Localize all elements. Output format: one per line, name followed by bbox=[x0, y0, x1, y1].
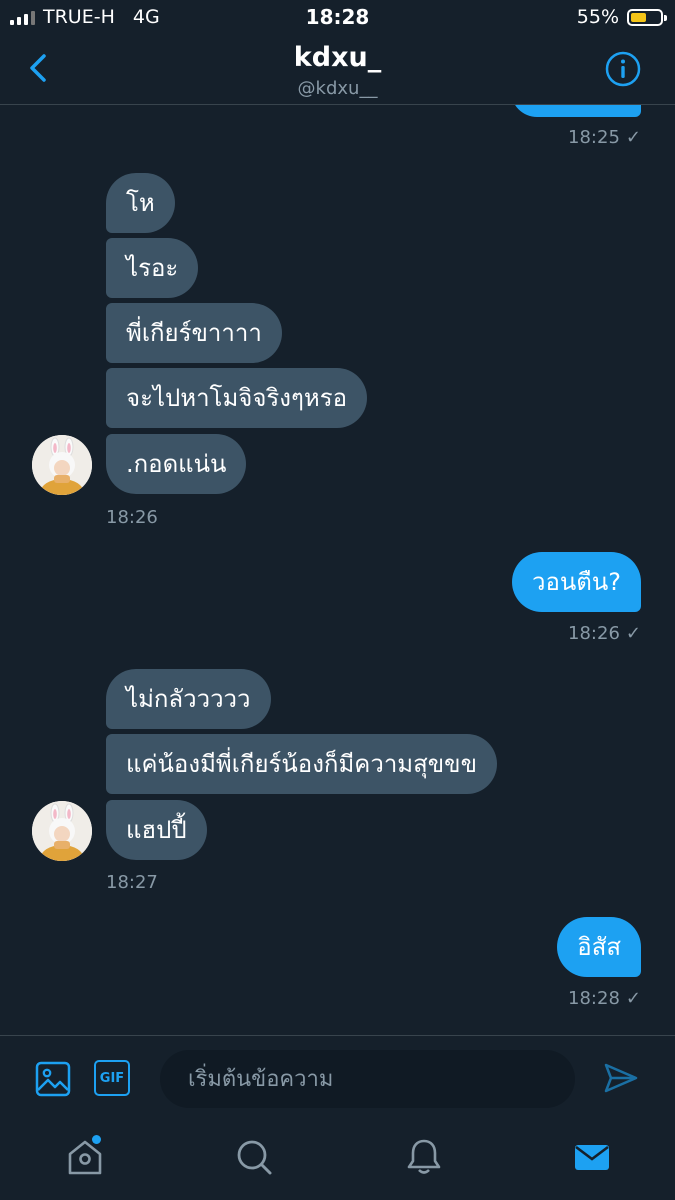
send-icon[interactable] bbox=[602, 1059, 640, 1097]
message-input[interactable] bbox=[160, 1050, 575, 1108]
conversation-handle: @kdxu__ bbox=[297, 78, 378, 99]
read-check-icon: ✓ bbox=[625, 988, 641, 1009]
received-message[interactable]: จะไปหาโมจิจริงๆหรอ bbox=[106, 368, 368, 428]
avatar[interactable] bbox=[32, 801, 92, 861]
battery-fill bbox=[631, 12, 647, 22]
notification-dot bbox=[92, 1135, 101, 1144]
received-message[interactable]: ไม่กลัววววว bbox=[106, 669, 271, 729]
message-timestamp: 18:26 ✓ bbox=[568, 623, 641, 644]
notifications-icon[interactable] bbox=[404, 1137, 444, 1177]
timestamp-text: 18:28 bbox=[568, 988, 620, 1009]
sent-message[interactable]: วอนตืน? bbox=[511, 552, 641, 612]
sent-message[interactable]: อิสัส bbox=[557, 917, 641, 977]
message-timestamp: 18:28 ✓ bbox=[568, 988, 641, 1009]
clock: 18:28 bbox=[305, 5, 370, 29]
timestamp-text: 18:26 bbox=[568, 623, 620, 644]
message-timestamp: 18:27 bbox=[106, 872, 158, 893]
conversation-header: kdxu_ @kdxu__ bbox=[0, 36, 675, 105]
sent-bubble-partial[interactable] bbox=[511, 105, 641, 117]
message-timestamp: 18:26 bbox=[106, 507, 158, 528]
received-message[interactable]: โห bbox=[106, 173, 175, 233]
received-message[interactable]: พี่เกียร์ขาาาา bbox=[106, 303, 282, 363]
gif-label: GIF bbox=[99, 1070, 125, 1086]
status-right: 55% bbox=[576, 6, 667, 28]
battery-icon bbox=[627, 8, 667, 26]
conversation-title[interactable]: kdxu_ bbox=[0, 42, 675, 73]
status-bar: TRUE-H 4G 18:28 55% bbox=[0, 0, 675, 36]
battery-percent: 55% bbox=[576, 6, 619, 28]
messages-icon[interactable] bbox=[572, 1137, 612, 1177]
gif-icon[interactable]: GIF bbox=[94, 1060, 130, 1096]
search-icon[interactable] bbox=[234, 1137, 274, 1177]
avatar[interactable] bbox=[32, 435, 92, 495]
received-message[interactable]: แค่น้องมีพี่เกียร์น้องก็มีความสุขขข bbox=[106, 734, 497, 794]
read-check-icon: ✓ bbox=[625, 127, 641, 148]
info-icon[interactable] bbox=[605, 51, 641, 87]
timestamp-text: 18:25 bbox=[568, 127, 620, 148]
composer-bar: GIF bbox=[0, 1035, 675, 1124]
received-message[interactable]: .กอดแน่น bbox=[106, 434, 247, 494]
read-check-icon: ✓ bbox=[625, 623, 641, 644]
image-icon[interactable] bbox=[34, 1060, 72, 1098]
message-list[interactable]: 18:25 ✓ โห ไรอะ พี่เกียร์ขาาาา จะไปหาโมจิ… bbox=[0, 105, 675, 1035]
message-timestamp: 18:25 ✓ bbox=[568, 127, 641, 148]
received-message[interactable]: ไรอะ bbox=[106, 238, 199, 298]
tab-bar bbox=[0, 1123, 675, 1200]
message-input-container[interactable] bbox=[160, 1050, 575, 1108]
received-message[interactable]: แฮปปี้ bbox=[106, 800, 207, 860]
